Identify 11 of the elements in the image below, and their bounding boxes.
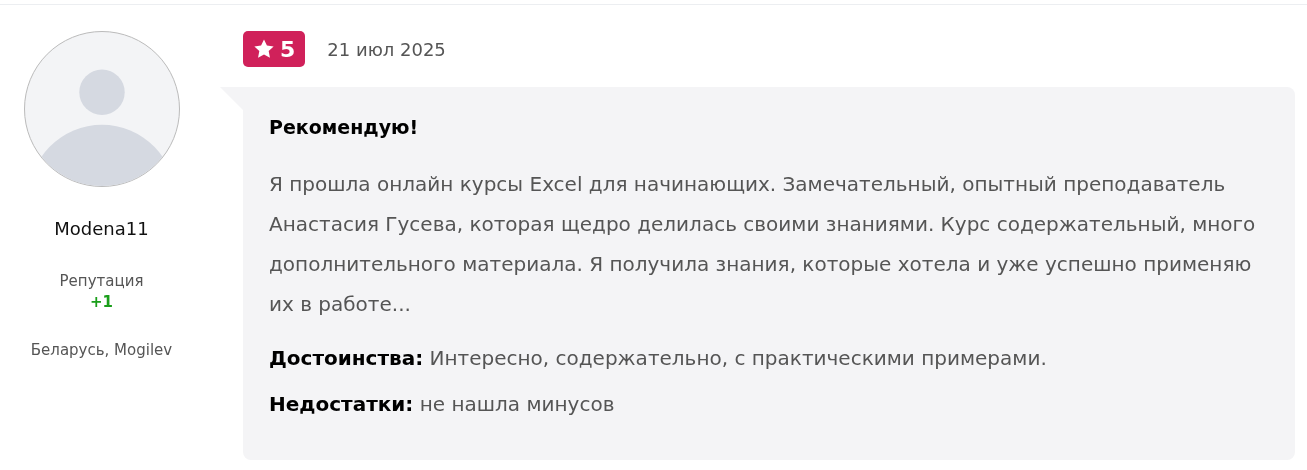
review-date: 21 июл 2025 [327, 37, 446, 62]
reputation-value: +1 [90, 292, 113, 311]
user-location: Беларусь, Mogilev [30, 339, 173, 361]
user-name[interactable]: Modena11 [54, 215, 149, 242]
review-text: Я прошла онлайн курсы Excel для начинающих. Замечательный, опытный преподаватель Анастасия Гусева, которая щедро делилась своими знаниями. Курс содержательный, много дополнительного материала. Я получила знания, которые хотела и уже успешно применяю их в работе... [269, 170, 1257, 318]
reputation-label: Репутация [59, 271, 144, 292]
review-title: Рекомендую! [269, 115, 420, 140]
rating-badge: 5 [243, 31, 306, 67]
review-pros: Достоинства: Интересно, содержательно, с практическими примерами. [269, 344, 1048, 372]
star-icon [253, 38, 275, 60]
review-cons: Недостатки: не нашла минусов [269, 390, 616, 418]
